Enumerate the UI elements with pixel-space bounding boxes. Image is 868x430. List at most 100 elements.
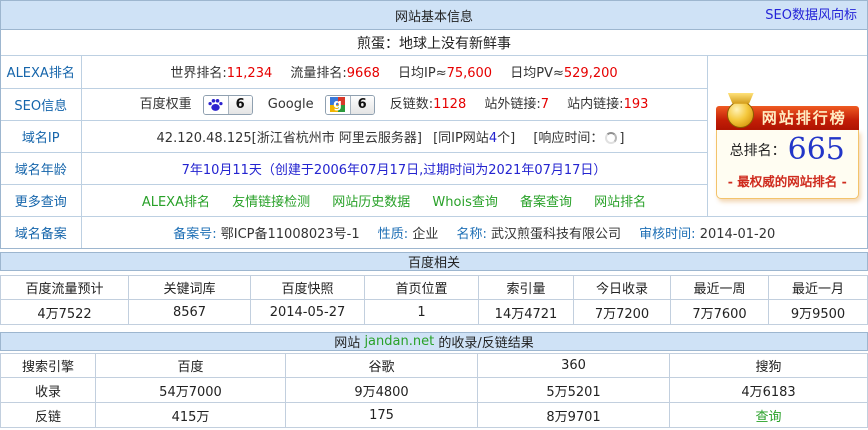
query-link-whois[interactable]: Whois查询 <box>432 195 497 210</box>
same-ip-prefix: [同IP网站 <box>433 131 489 146</box>
backlink-sogou-cell: 查询 <box>670 403 868 428</box>
seo-info-values: 百度权重6 Googleg6 反链数:1128 站外链接:7 站内链接:193 <box>81 88 707 120</box>
traffic-rank-label: 流量排名: <box>290 66 346 81</box>
page: 网站基本信息 SEO数据风向标 煎蛋：地球上没有新鲜事 ALEXA排名 世界排名… <box>0 0 868 430</box>
beian-number-label: 备案号: <box>173 227 216 242</box>
beian-name-value: 武汉煎蛋科技有限公司 <box>491 227 621 242</box>
col-header-last-month: 最近一月 <box>769 276 868 300</box>
last-month-value: 9万9500 <box>769 300 868 325</box>
backlink-google-value: 175 <box>286 403 478 428</box>
beian-nature-value: 企业 <box>412 227 438 242</box>
engine-header-baidu: 百度 <box>96 354 286 378</box>
internal-links-label: 站内链接: <box>567 97 623 112</box>
home-position-value: 1 <box>365 300 479 325</box>
daily-ip-value: 75,600 <box>447 66 493 81</box>
beian-name-label: 名称: <box>456 227 486 242</box>
seo-info-label: SEO信息 <box>1 88 81 120</box>
collected-sogou-value: 4万6183 <box>670 378 868 403</box>
external-links-label: 站外链接: <box>484 97 540 112</box>
collected-360-value: 5万5201 <box>478 378 670 403</box>
world-rank-label: 世界排名: <box>170 66 226 81</box>
same-ip-suffix: 个] <box>497 131 515 146</box>
query-link-rank[interactable]: 网站排名 <box>594 195 646 210</box>
google-logo-icon: g <box>326 96 351 114</box>
backlink-baidu-value: 415万 <box>96 403 286 428</box>
basic-info-table: ALEXA排名 世界排名:11,234 流量排名:9668 日均IP≈75,60… <box>1 56 867 248</box>
domain-beian-label: 域名备案 <box>1 216 81 248</box>
site-rank-badge[interactable]: 网站排行榜 总排名： 665 - 最权威的网站排名 - <box>716 106 859 199</box>
beian-nature-label: 性质: <box>378 227 408 242</box>
ip-address-value: 42.120.48.125[浙江省杭州市 阿里云服务器] <box>157 131 422 146</box>
rank-badge-slogan: - 最权威的网站排名 - <box>719 171 856 190</box>
col-header-index-volume: 索引量 <box>479 276 574 300</box>
collected-row: 收录 54万7000 9万4800 5万5201 4万6183 <box>1 378 868 403</box>
domain-beian-row: 域名备案 备案号: 鄂ICP备11008023号-1 性质: 企业 名称: 武汉… <box>1 216 867 248</box>
engine-header-google: 谷歌 <box>286 354 478 378</box>
gold-medal-icon <box>724 93 758 133</box>
external-links-value: 7 <box>541 97 549 112</box>
collected-google-value: 9万4800 <box>286 378 478 403</box>
backlinks-label: 反链数: <box>390 97 433 112</box>
engine-header-360: 360 <box>478 354 670 378</box>
baidu-related-header: 百度相关 <box>0 252 868 271</box>
rank-badge-cell: 网站排行榜 总排名： 665 - 最权威的网站排名 - <box>707 56 867 216</box>
col-header-snapshot: 百度快照 <box>251 276 365 300</box>
daily-ip-label: 日均IP≈ <box>398 66 447 81</box>
col-header-traffic-estimate: 百度流量预计 <box>1 276 129 300</box>
page-title: 网站基本信息 <box>395 6 473 25</box>
query-link-history[interactable]: 网站历史数据 <box>332 195 410 210</box>
backlinks-value: 1128 <box>433 97 466 112</box>
domain-link[interactable]: jandan.net <box>364 334 434 349</box>
engines-header-row: 搜索引擎 百度 谷歌 360 搜狗 <box>1 354 868 378</box>
backlink-row-label: 反链 <box>1 403 96 428</box>
world-rank-value: 11,234 <box>227 66 273 81</box>
internal-links-value: 193 <box>624 97 649 112</box>
collect-results-section: 网站 jandan.net 的收录/反链结果 搜索引擎 百度 谷歌 360 搜狗… <box>0 332 868 428</box>
traffic-estimate-value: 4万7522 <box>1 300 129 325</box>
more-queries-label: 更多查询 <box>1 184 81 216</box>
backlink-row: 反链 415万 175 8万9701 查询 <box>1 403 868 428</box>
baidu-weight-value: 6 <box>229 96 252 114</box>
query-link-friend-links[interactable]: 友情链接检测 <box>232 195 310 210</box>
beian-number-value: 鄂ICP备11008023号-1 <box>221 227 360 242</box>
collected-baidu-value: 54万7000 <box>96 378 286 403</box>
rank-badge-body: 总排名： 665 - 最权威的网站排名 - <box>716 130 859 199</box>
col-header-keyword-lib: 关键词库 <box>129 276 251 300</box>
domain-ip-values: 42.120.48.125[浙江省杭州市 阿里云服务器] [同IP网站4个] [… <box>81 120 707 152</box>
corner-header-search-engine: 搜索引擎 <box>1 354 96 378</box>
beian-audit-label: 审核时间: <box>639 227 695 242</box>
query-link-beian[interactable]: 备案查询 <box>520 195 572 210</box>
backlink-sogou-query-link[interactable]: 查询 <box>755 410 781 425</box>
alexa-rank-label: ALEXA排名 <box>1 56 81 88</box>
domain-age-values: 7年10月11天（创建于2006年07月17日,过期时间为2021年07月17日… <box>81 152 707 184</box>
baidu-related-section: 百度相关 百度流量预计 关键词库 百度快照 首页位置 索引量 今日收录 最近一周… <box>0 252 868 325</box>
total-rank-value: 665 <box>788 135 845 165</box>
last-week-value: 7万7600 <box>671 300 769 325</box>
baidu-weight-label: 百度权重 <box>140 97 192 112</box>
today-collected-value: 7万7200 <box>574 300 671 325</box>
baidu-paw-icon <box>204 96 229 114</box>
basic-info-header: 网站基本信息 SEO数据风向标 <box>1 1 867 30</box>
col-header-home-position: 首页位置 <box>365 276 479 300</box>
total-rank-label: 总排名： <box>730 140 786 160</box>
collected-row-label: 收录 <box>1 378 96 403</box>
baidu-weight-widget[interactable]: 6 <box>203 95 253 115</box>
same-ip-count-link[interactable]: 4 <box>489 131 497 146</box>
site-title: 煎蛋：地球上没有新鲜事 <box>357 33 511 53</box>
index-volume-value: 14万4721 <box>479 300 574 325</box>
google-pr-widget[interactable]: g6 <box>325 95 375 115</box>
query-link-alexa[interactable]: ALEXA排名 <box>142 195 210 210</box>
collect-title-prefix: 网站 <box>334 332 360 351</box>
col-header-last-week: 最近一周 <box>671 276 769 300</box>
response-time-suffix: ] <box>619 131 624 146</box>
backlink-360-value: 8万9701 <box>478 403 670 428</box>
col-header-today-collected: 今日收录 <box>574 276 671 300</box>
beian-audit-value: 2014-01-20 <box>700 227 776 242</box>
baidu-table-header-row: 百度流量预计 关键词库 百度快照 首页位置 索引量 今日收录 最近一周 最近一月 <box>1 276 868 300</box>
loading-spinner-icon <box>605 132 617 144</box>
collect-results-table: 搜索引擎 百度 谷歌 360 搜狗 收录 54万7000 9万4800 5万52… <box>0 353 868 428</box>
seo-trend-link[interactable]: SEO数据风向标 <box>765 1 857 30</box>
google-pr-value: 6 <box>351 96 374 114</box>
alexa-rank-values: 世界排名:11,234 流量排名:9668 日均IP≈75,600 日均PV≈5… <box>81 56 707 88</box>
google-label: Google <box>268 97 314 112</box>
